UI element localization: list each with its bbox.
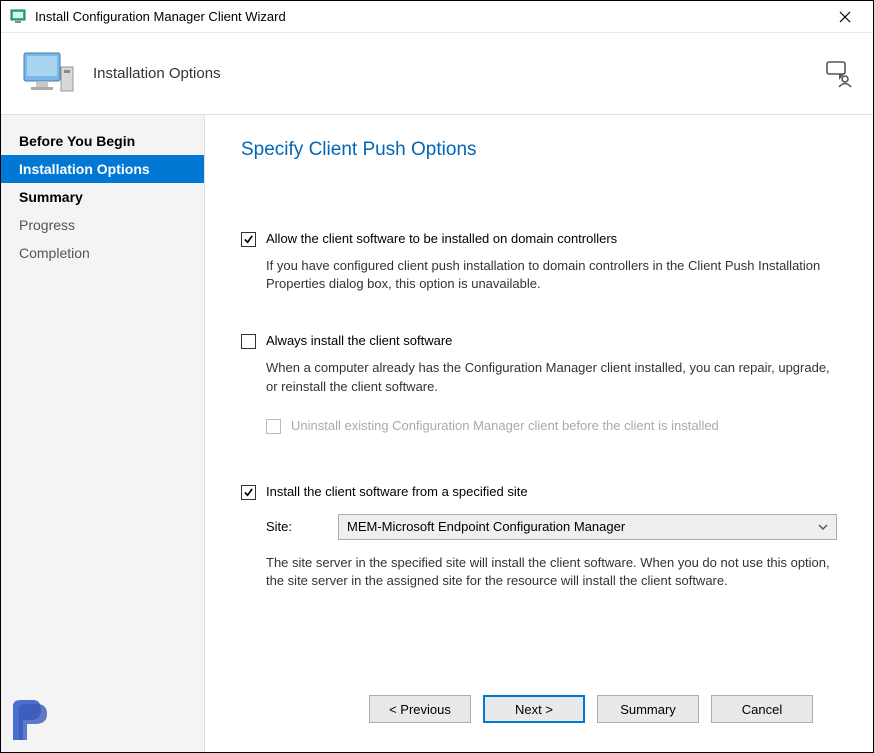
summary-button[interactable]: Summary <box>597 695 699 723</box>
app-icon <box>9 8 27 26</box>
site-row: Site: MEM-Microsoft Endpoint Configurati… <box>266 514 837 540</box>
content-pane: Specify Client Push Options Allow the cl… <box>205 115 873 752</box>
monitor-icon <box>21 49 77 99</box>
chevron-down-icon <box>818 524 828 530</box>
desc-allow-domain-controllers: If you have configured client push insta… <box>266 257 837 293</box>
window-title: Install Configuration Manager Client Wiz… <box>35 9 825 24</box>
desc-always-install: When a computer already has the Configur… <box>266 359 837 395</box>
sidebar-item-completion[interactable]: Completion <box>1 239 204 267</box>
checkmark-icon <box>243 487 254 498</box>
wizard-window: Install Configuration Manager Client Wiz… <box>0 0 874 753</box>
option-specified-site: Install the client software from a speci… <box>241 484 837 590</box>
option-allow-domain-controllers: Allow the client software to be installe… <box>241 231 837 293</box>
label-always-install: Always install the client software <box>266 333 452 348</box>
sidebar-item-progress[interactable]: Progress <box>1 211 204 239</box>
checkmark-icon <box>243 234 254 245</box>
desc-specified-site: The site server in the specified site wi… <box>266 554 837 590</box>
footer: < Previous Next > Summary Cancel <box>241 680 837 738</box>
help-person-icon[interactable] <box>825 60 853 88</box>
checkbox-allow-domain-controllers[interactable] <box>241 232 256 247</box>
checkbox-specified-site[interactable] <box>241 485 256 500</box>
header-title: Installation Options <box>93 65 825 82</box>
sidebar-item-installation-options[interactable]: Installation Options <box>1 155 204 183</box>
option-always-install: Always install the client software When … <box>241 333 837 443</box>
label-uninstall-existing: Uninstall existing Configuration Manager… <box>291 418 719 433</box>
site-field-label: Site: <box>266 519 326 534</box>
sidebar-item-summary[interactable]: Summary <box>1 183 204 211</box>
next-button[interactable]: Next > <box>483 695 585 723</box>
site-select[interactable]: MEM-Microsoft Endpoint Configuration Man… <box>338 514 837 540</box>
header: Installation Options <box>1 33 873 115</box>
titlebar: Install Configuration Manager Client Wiz… <box>1 1 873 33</box>
close-button[interactable] <box>825 3 865 31</box>
label-allow-domain-controllers: Allow the client software to be installe… <box>266 231 617 246</box>
label-specified-site: Install the client software from a speci… <box>266 484 528 499</box>
checkbox-uninstall-existing <box>266 419 281 434</box>
sidebar: Before You Begin Installation Options Su… <box>1 115 205 752</box>
wizard-body: Before You Begin Installation Options Su… <box>1 115 873 752</box>
site-select-value: MEM-Microsoft Endpoint Configuration Man… <box>347 519 625 534</box>
checkbox-always-install[interactable] <box>241 334 256 349</box>
sidebar-item-before-you-begin[interactable]: Before You Begin <box>1 127 204 155</box>
page-title: Specify Client Push Options <box>241 139 837 161</box>
previous-button[interactable]: < Previous <box>369 695 471 723</box>
cancel-button[interactable]: Cancel <box>711 695 813 723</box>
close-icon <box>839 11 851 23</box>
